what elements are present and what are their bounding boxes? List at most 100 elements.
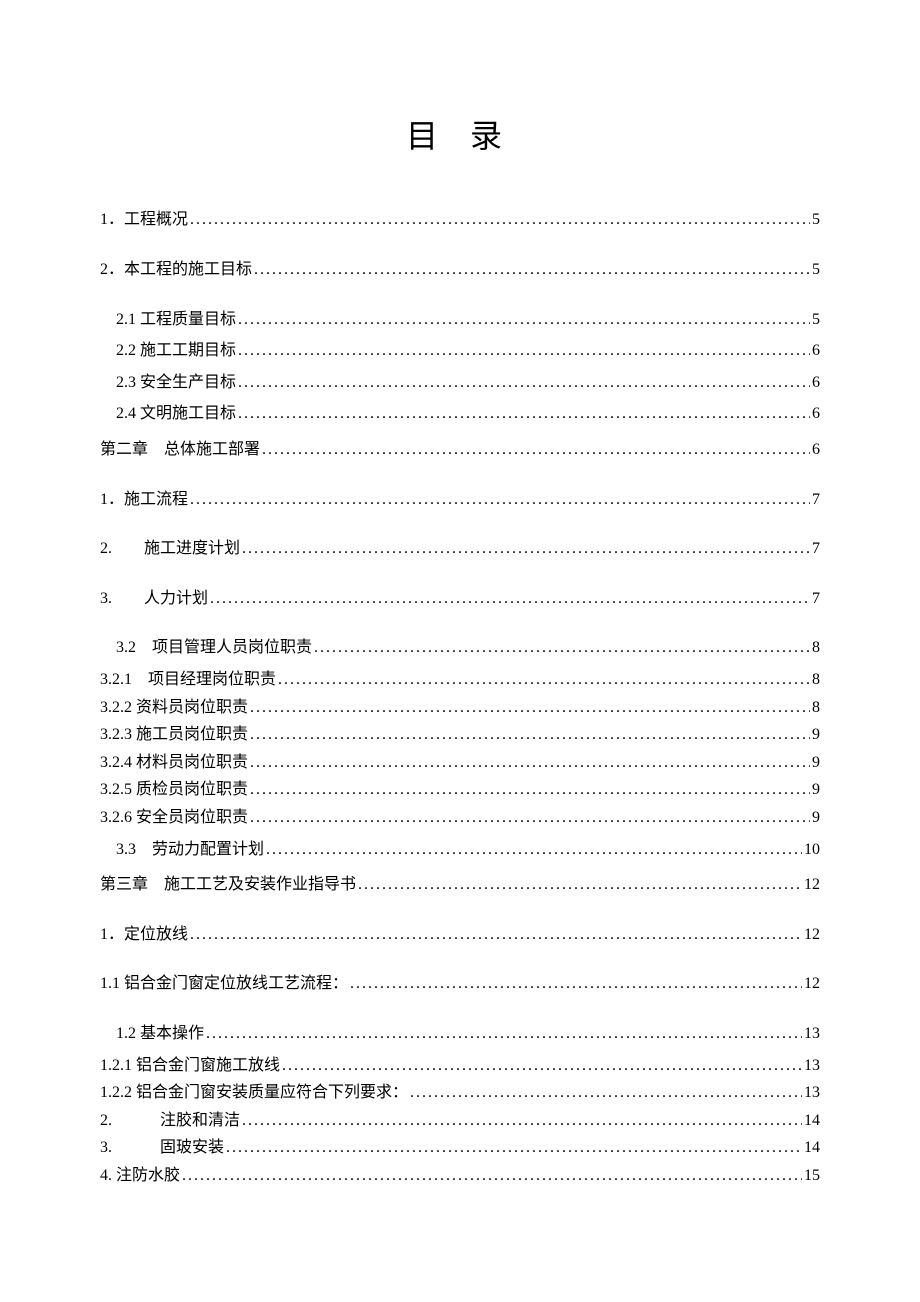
toc-leader-dots [410, 1080, 802, 1106]
toc-entry-page: 6 [812, 370, 820, 396]
toc-entry: 2.3 安全生产目标 6 [116, 370, 820, 396]
toc-leader-dots [190, 487, 810, 513]
toc-leader-dots [262, 437, 810, 463]
toc-entry-label: 3. 人力计划 [100, 586, 208, 612]
toc-entry-label: 2．本工程的施工目标 [100, 257, 252, 283]
toc-entry: 1.2.1 铝合金门窗施工放线 13 [100, 1053, 820, 1079]
toc-entry-label: 第二章 总体施工部署 [100, 437, 260, 463]
toc-leader-dots [350, 971, 802, 997]
toc-entry-page: 7 [812, 536, 820, 562]
toc-leader-dots [358, 872, 802, 898]
toc-entry: 3.2.2 资料员岗位职责 8 [100, 695, 820, 721]
toc-leader-dots [238, 307, 810, 333]
toc-entry-page: 5 [812, 257, 820, 283]
toc-leader-dots [314, 635, 810, 661]
toc-leader-dots [242, 536, 810, 562]
toc-entry: 2. 施工进度计划 7 [100, 536, 820, 562]
toc-entry-label: 2. 注胶和清洁 [100, 1108, 240, 1134]
toc-entry-page: 13 [804, 1053, 820, 1079]
toc-entry-page: 14 [804, 1135, 820, 1161]
toc-entry-page: 9 [812, 750, 820, 776]
toc-leader-dots [250, 805, 810, 831]
toc-container: 1．工程概况 5 2．本工程的施工目标 5 2.1 工程质量目标 5 2.2 施工工期目标… [100, 207, 820, 1188]
toc-entry: 第二章 总体施工部署 6 [100, 437, 820, 463]
toc-entry-page: 10 [804, 837, 820, 863]
toc-entry-page: 5 [812, 207, 820, 233]
toc-leader-dots [190, 207, 810, 233]
toc-entry-page: 12 [804, 872, 820, 898]
toc-entry: 1.1 铝合金门窗定位放线工艺流程： 12 [100, 971, 820, 997]
toc-entry-label: 3.2 项目管理人员岗位职责 [116, 635, 312, 661]
toc-leader-dots [254, 257, 810, 283]
toc-entry: 1．施工流程7 [100, 487, 820, 513]
toc-entry-label: 3.2.2 资料员岗位职责 [100, 695, 248, 721]
toc-entry-page: 8 [812, 695, 820, 721]
toc-entry-page: 13 [804, 1021, 820, 1047]
toc-entry-page: 9 [812, 722, 820, 748]
toc-entry-label: 2. 施工进度计划 [100, 536, 240, 562]
toc-entry-label: 2.3 安全生产目标 [116, 370, 236, 396]
toc-leader-dots [182, 1163, 802, 1189]
toc-leader-dots [242, 1108, 802, 1134]
toc-entry-page: 5 [812, 307, 820, 333]
toc-entry-page: 15 [804, 1163, 820, 1189]
toc-leader-dots [278, 667, 810, 693]
toc-leader-dots [250, 750, 810, 776]
toc-entry: 3. 固玻安装 14 [100, 1135, 820, 1161]
toc-entry-page: 9 [812, 777, 820, 803]
toc-leader-dots [266, 837, 802, 863]
toc-leader-dots [250, 695, 810, 721]
toc-entry-label: 2.2 施工工期目标 [116, 338, 236, 364]
toc-entry: 第三章 施工工艺及安装作业指导书 12 [100, 872, 820, 898]
toc-entry: 3.2 项目管理人员岗位职责 8 [116, 635, 820, 661]
toc-entry-label: 3.2.6 安全员岗位职责 [100, 805, 248, 831]
toc-entry: 2.2 施工工期目标 6 [116, 338, 820, 364]
toc-entry: 3.3 劳动力配置计划 10 [116, 837, 820, 863]
document-page: 目 录 1．工程概况 5 2．本工程的施工目标 5 2.1 工程质量目标 5 2.2 施工… [0, 0, 920, 1250]
toc-entry-label: 1．定位放线 [100, 922, 188, 948]
toc-entry-label: 1.1 铝合金门窗定位放线工艺流程： [100, 971, 348, 997]
toc-entry: 1．定位放线12 [100, 922, 820, 948]
toc-leader-dots [238, 338, 810, 364]
toc-entry-page: 7 [812, 487, 820, 513]
toc-leader-dots [282, 1053, 802, 1079]
toc-entry: 3.2.5 质检员岗位职责 9 [100, 777, 820, 803]
toc-entry-page: 8 [812, 635, 820, 661]
toc-entry: 3.2.6 安全员岗位职责 9 [100, 805, 820, 831]
toc-entry-label: 4. 注防水胶 [100, 1163, 180, 1189]
toc-entry: 3. 人力计划 7 [100, 586, 820, 612]
toc-leader-dots [226, 1135, 802, 1161]
toc-leader-dots [206, 1021, 802, 1047]
toc-leader-dots [238, 401, 810, 427]
toc-entry-label: 2.1 工程质量目标 [116, 307, 236, 333]
toc-entry-page: 12 [804, 971, 820, 997]
toc-entry-label: 1.2.1 铝合金门窗施工放线 [100, 1053, 280, 1079]
toc-entry: 1.2 基本操作 13 [116, 1021, 820, 1047]
toc-entry-page: 6 [812, 437, 820, 463]
toc-entry-page: 6 [812, 401, 820, 427]
toc-entry: 2. 注胶和清洁 14 [100, 1108, 820, 1134]
toc-entry: 3.2.4 材料员岗位职责 9 [100, 750, 820, 776]
toc-entry-page: 14 [804, 1108, 820, 1134]
toc-leader-dots [238, 370, 810, 396]
toc-entry-label: 1．工程概况 [100, 207, 188, 233]
toc-title: 目 录 [100, 111, 820, 157]
toc-entry-page: 8 [812, 667, 820, 693]
toc-entry-label: 3.3 劳动力配置计划 [116, 837, 264, 863]
toc-entry-label: 3. 固玻安装 [100, 1135, 224, 1161]
toc-entry: 2．本工程的施工目标 5 [100, 257, 820, 283]
toc-leader-dots [190, 922, 802, 948]
toc-entry: 1.2.2 铝合金门窗安装质量应符合下列要求：13 [100, 1080, 820, 1106]
toc-entry-label: 第三章 施工工艺及安装作业指导书 [100, 872, 356, 898]
toc-entry: 3.2.1 项目经理岗位职责 8 [100, 667, 820, 693]
toc-leader-dots [250, 777, 810, 803]
toc-entry-label: 3.2.1 项目经理岗位职责 [100, 667, 276, 693]
toc-entry-label: 3.2.3 施工员岗位职责 [100, 722, 248, 748]
toc-entry-page: 13 [804, 1080, 820, 1106]
toc-entry-page: 9 [812, 805, 820, 831]
toc-entry-label: 2.4 文明施工目标 [116, 401, 236, 427]
toc-leader-dots [210, 586, 810, 612]
toc-entry-page: 7 [812, 586, 820, 612]
toc-entry: 3.2.3 施工员岗位职责 9 [100, 722, 820, 748]
toc-entry-label: 1.2 基本操作 [116, 1021, 204, 1047]
